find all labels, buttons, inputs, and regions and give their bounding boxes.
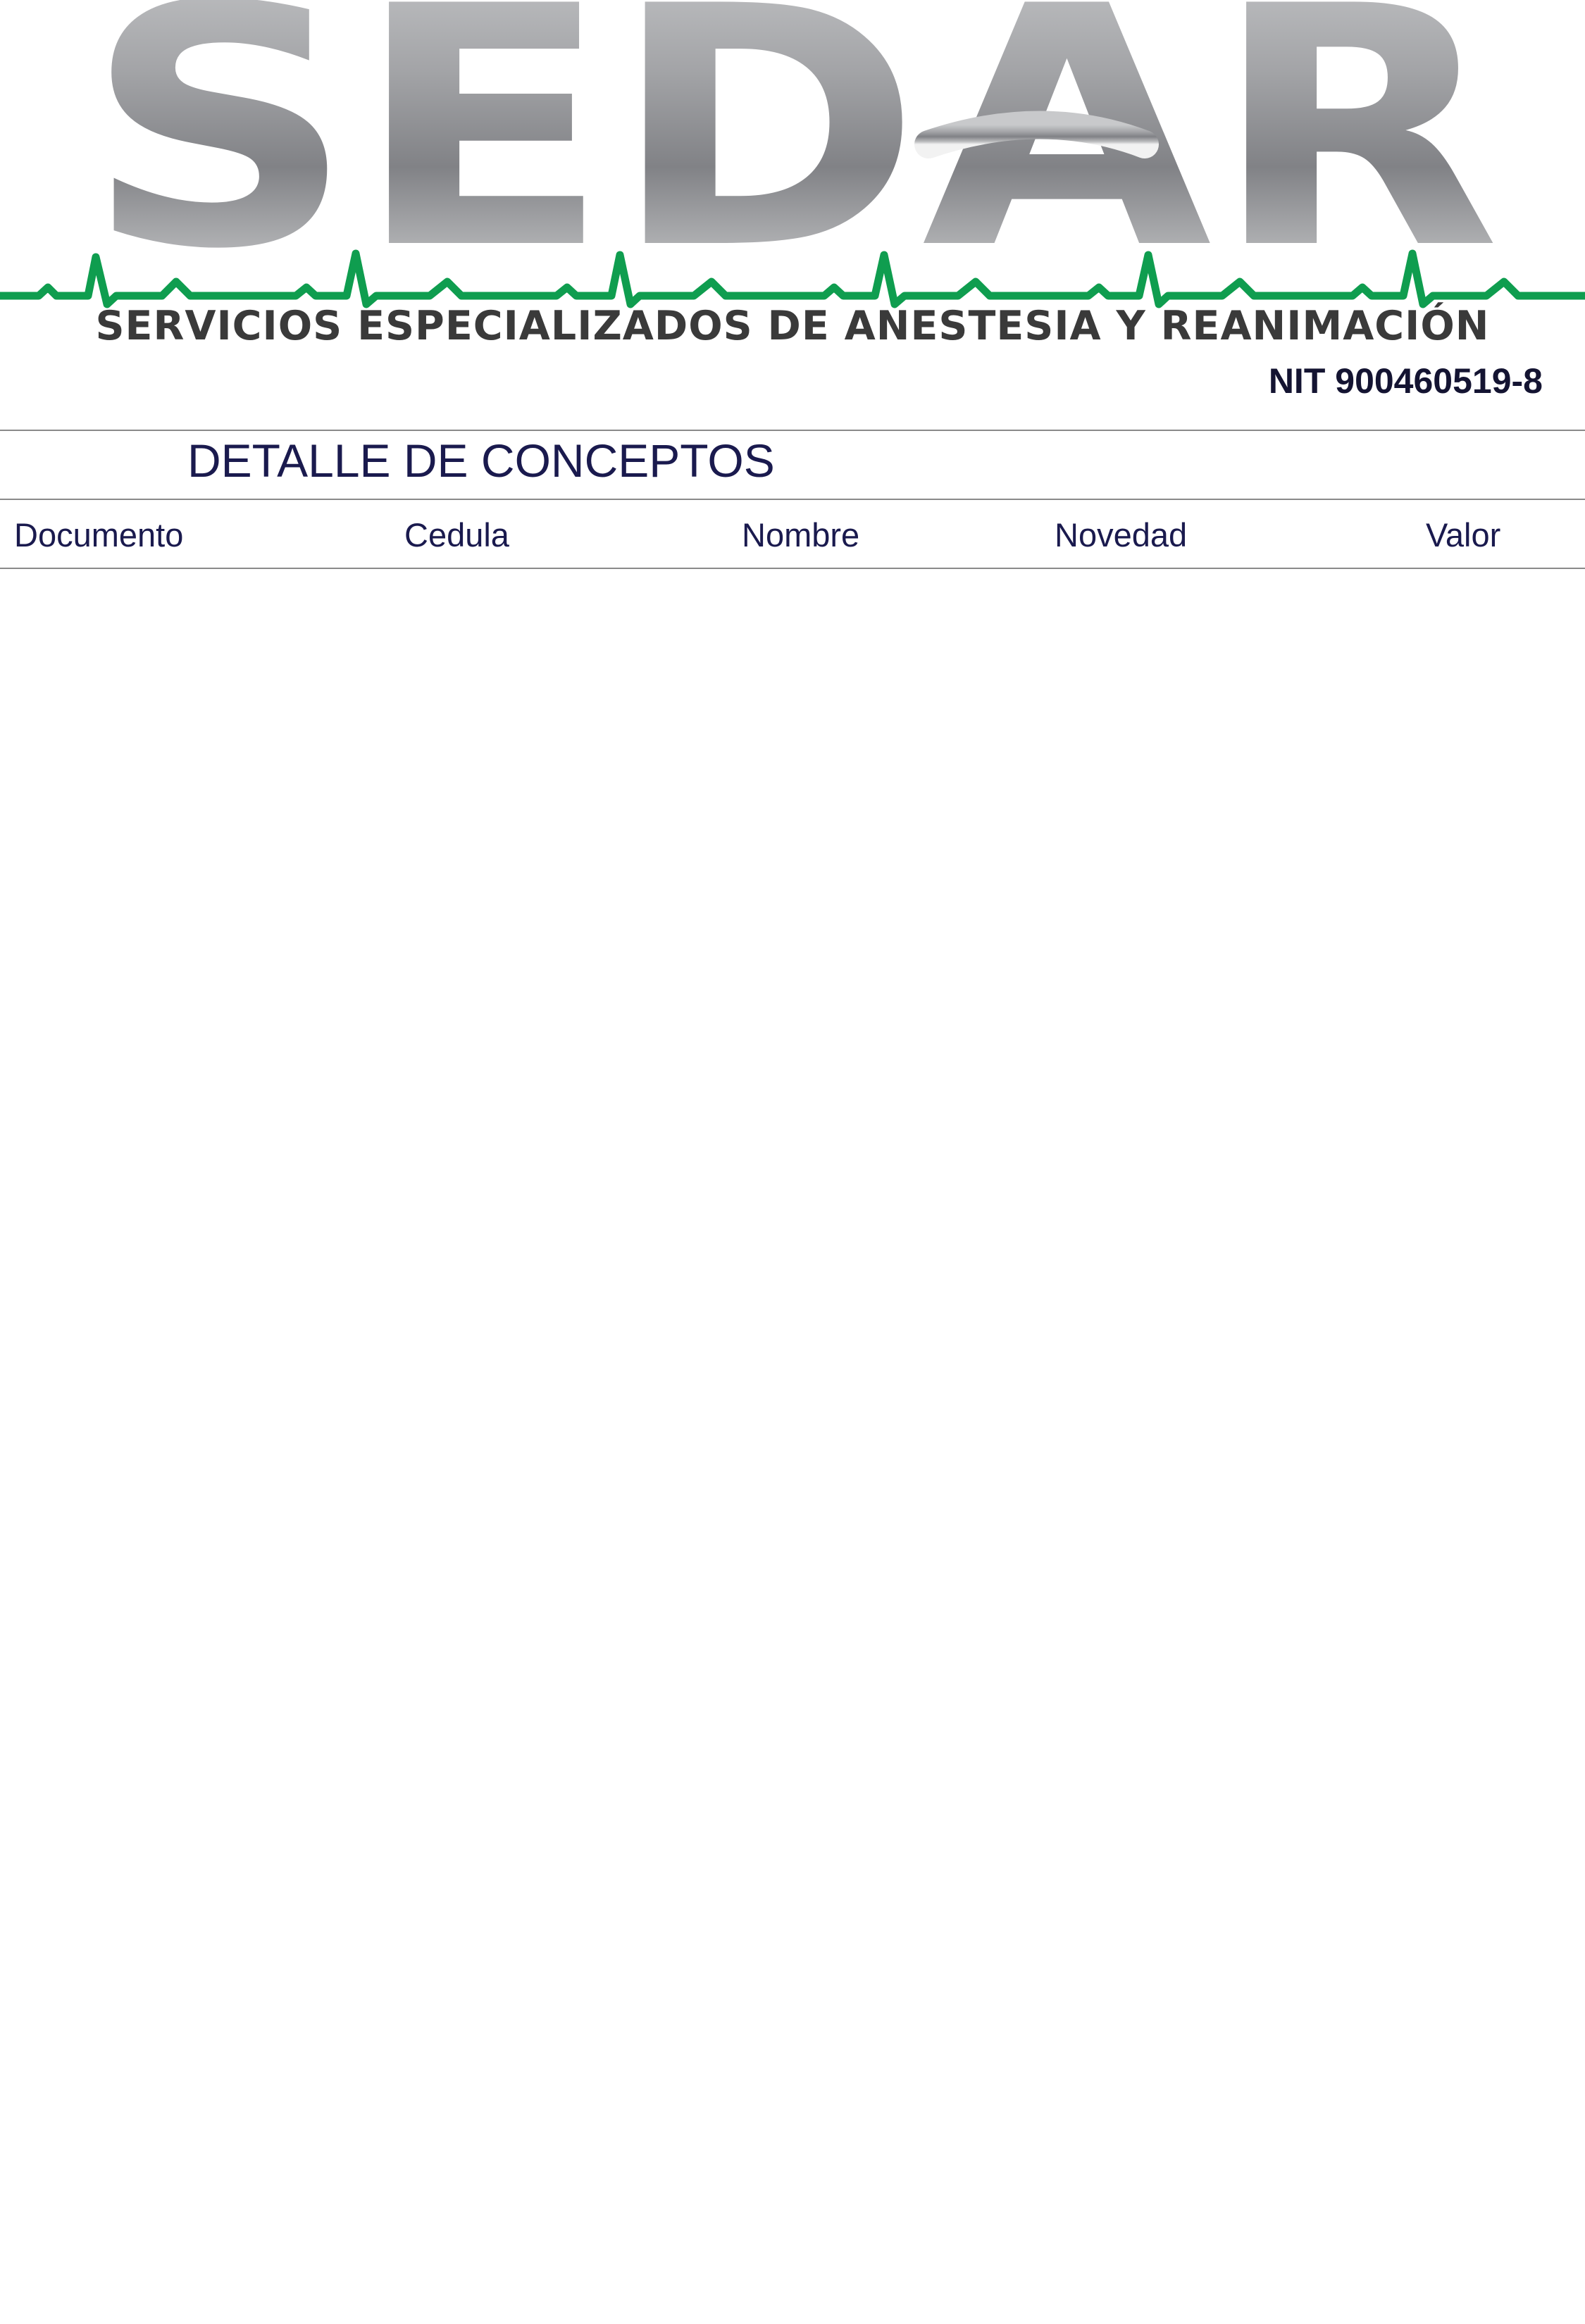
- header-bottom-rule: [0, 568, 1585, 569]
- column-header-novedad: Novedad: [1055, 516, 1188, 554]
- report-title: DETALLE DE CONCEPTOS: [187, 435, 775, 487]
- sedar-logo: SEDAR: [0, 0, 1585, 321]
- column-header-cedula: Cedula: [404, 516, 509, 554]
- company-nit: NIT 900460519-8: [1268, 361, 1543, 401]
- letterhead: SEDAR SERVICIOS ESPECIALIZADOS DE ANESTE…: [0, 0, 1585, 423]
- svg-text:SEDAR: SEDAR: [85, 0, 1500, 321]
- header-top-rule: [0, 499, 1585, 500]
- column-header-valor: Valor: [1426, 516, 1501, 554]
- column-header-documento: Documento: [14, 516, 184, 554]
- column-header-nombre: Nombre: [742, 516, 860, 554]
- company-tagline: SERVICIOS ESPECIALIZADOS DE ANESTESIA Y …: [95, 303, 1490, 349]
- title-top-rule: [0, 430, 1585, 431]
